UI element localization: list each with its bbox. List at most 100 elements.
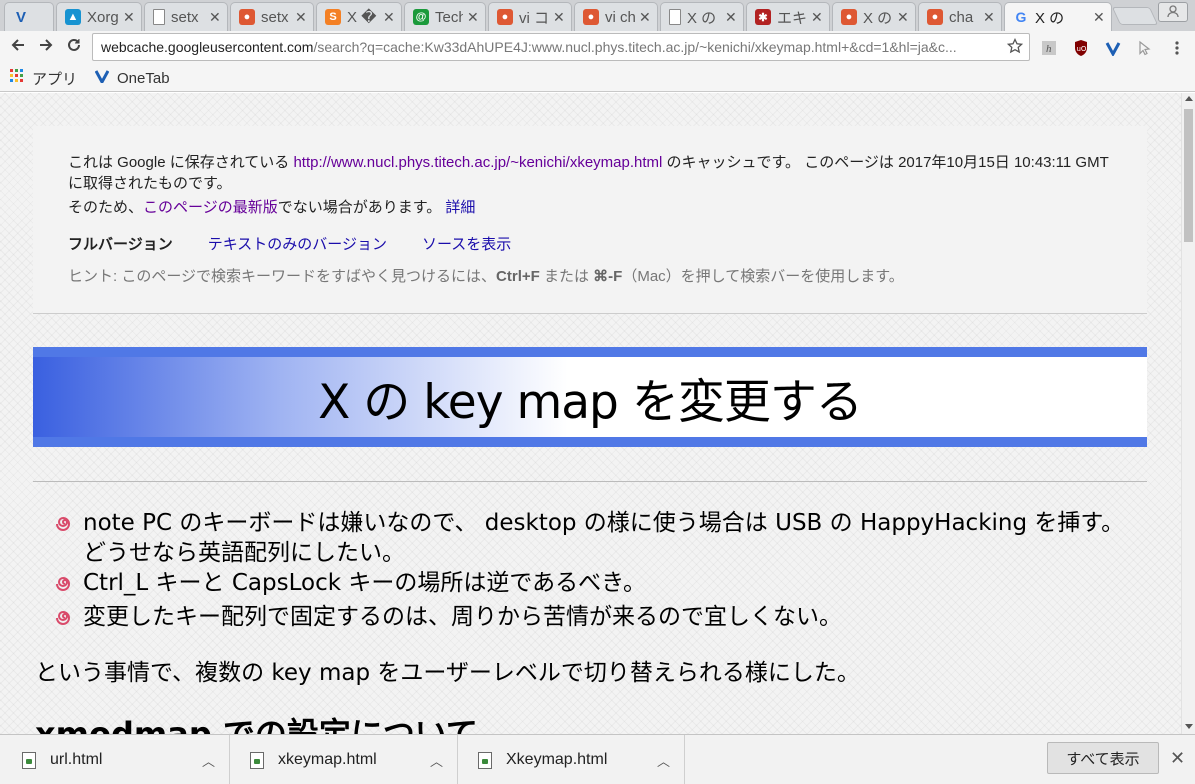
ublock-icon[interactable]: uO — [1072, 39, 1090, 57]
url-host: webcache.googleusercontent.com — [101, 39, 314, 55]
page-title: X の key map を変更する — [318, 374, 863, 430]
back-arrow-icon — [10, 37, 26, 57]
download-filename: Xkeymap.html — [506, 751, 608, 768]
address-bar[interactable]: webcache.googleusercontent.com/search?q=… — [92, 33, 1030, 61]
cursor-extension-icon[interactable] — [1136, 39, 1154, 57]
tab-title: エキ — [777, 9, 807, 27]
latest-version-link[interactable]: このページの最新版 — [143, 199, 278, 216]
tab-strip: V ▲ Xorg ✕ setx ✕ ● setx ✕ S X � ✕ @ Tech ✕ ● vi コ ✕ ● vi c… — [0, 0, 1195, 31]
browser-tab[interactable]: ✱ エキ ✕ — [746, 2, 830, 31]
browser-tab[interactable]: ▲ Xorg ✕ — [56, 2, 142, 31]
chevron-up-icon[interactable]: ︿ — [202, 751, 215, 770]
section-heading: xmodmap での設定について — [35, 715, 478, 734]
browser-tab[interactable]: ● cha ✕ — [918, 2, 1002, 31]
divider — [33, 481, 1147, 482]
page-icon — [669, 9, 681, 25]
browser-tab[interactable]: V — [4, 2, 54, 31]
download-item[interactable]: Xkeymap.html ︿ — [458, 735, 685, 784]
html-file-icon — [22, 751, 36, 769]
scroll-down-icon[interactable] — [1185, 724, 1193, 729]
browser-tab[interactable]: ● vi コ ✕ — [488, 2, 572, 31]
close-icon[interactable]: ✕ — [811, 10, 823, 24]
close-icon[interactable]: ✕ — [1093, 10, 1105, 24]
techbase-icon: @ — [413, 9, 429, 25]
chevron-up-icon[interactable]: ︿ — [657, 751, 670, 770]
close-icon[interactable]: ✕ — [295, 10, 307, 24]
google-icon: G — [1015, 9, 1027, 25]
tab-title: X の — [687, 9, 717, 27]
spiral-bullet-icon — [55, 568, 83, 602]
forward-arrow-icon — [38, 37, 54, 57]
bookmark-apps[interactable]: アプリ — [10, 68, 77, 88]
browser-tab[interactable]: S X � ✕ — [316, 2, 402, 31]
browser-tab[interactable]: ● X の ✕ — [832, 2, 916, 31]
download-item[interactable]: url.html ︿ — [0, 735, 230, 784]
extension-h-icon[interactable]: h — [1040, 39, 1058, 57]
close-icon[interactable]: ✕ — [553, 10, 565, 24]
close-icon[interactable]: ✕ — [209, 10, 221, 24]
text-only-version-link[interactable]: テキストのみのバージョン — [208, 233, 387, 254]
divider — [33, 313, 1147, 314]
search-hint: ヒント: このページで検索キーワードをすばやく見つけるには、Ctrl+F または… — [68, 265, 1112, 286]
chevron-up-icon[interactable]: ︿ — [430, 751, 443, 770]
hint-key: Ctrl+F — [496, 268, 540, 285]
scroll-up-icon[interactable] — [1185, 96, 1193, 101]
reload-icon — [66, 37, 82, 57]
vertical-scrollbar[interactable] — [1181, 93, 1195, 734]
close-icon[interactable]: ✕ — [467, 10, 479, 24]
html-file-icon — [250, 751, 264, 769]
bookmark-onetab[interactable]: OneTab — [94, 68, 170, 88]
browser-tab[interactable]: ● setx ✕ — [230, 2, 314, 31]
close-icon[interactable]: ✕ — [725, 10, 737, 24]
bookmark-star-icon[interactable] — [1006, 37, 1024, 57]
list-item-text: Ctrl_L キーと CapsLock キーの場所は逆であるべき。 — [83, 570, 646, 596]
browser-tab[interactable]: X の ✕ — [660, 2, 744, 31]
tab-title: X � — [347, 9, 377, 26]
forward-button[interactable] — [35, 36, 57, 58]
browser-tab[interactable]: setx ✕ — [144, 2, 228, 31]
close-icon[interactable]: ✕ — [897, 10, 909, 24]
svg-text:uO: uO — [1077, 45, 1087, 53]
google-cache-notice: これは Google に保存されている http://www.nucl.phys… — [33, 126, 1147, 313]
list-item-text: 変更したキー配列で固定するのは、周りから苦情が来るので宜しくない。 — [83, 604, 842, 630]
browser-toolbar: webcache.googleusercontent.com/search?q=… — [0, 31, 1195, 64]
bullet-list: note PC のキーボードは嫌いなので、 desktop の様に使う場合は U… — [55, 508, 1145, 636]
apps-grid-icon — [10, 69, 24, 87]
download-item[interactable]: xkeymap.html ︿ — [230, 735, 458, 784]
hint-key: ⌘-F — [593, 268, 623, 285]
download-filename: xkeymap.html — [278, 751, 377, 768]
close-icon[interactable]: ✕ — [1170, 748, 1185, 769]
tab-title: Xorg — [87, 8, 119, 26]
menu-icon[interactable] — [1168, 39, 1186, 57]
profile-button[interactable] — [1158, 2, 1188, 22]
tab-title: Tech — [435, 8, 463, 26]
page-icon — [153, 9, 165, 25]
vivaldi-extension-icon[interactable] — [1104, 39, 1122, 57]
spiral-bullet-icon — [55, 508, 83, 568]
close-icon[interactable]: ✕ — [983, 10, 995, 24]
close-icon[interactable]: ✕ — [383, 10, 395, 24]
browser-tab[interactable]: @ Tech ✕ — [404, 2, 486, 31]
browser-tab[interactable]: G X の ✕ — [1004, 2, 1112, 31]
full-version-label: フルバージョン — [68, 236, 173, 253]
original-url-link[interactable]: http://www.nucl.phys.titech.ac.jp/~kenic… — [293, 154, 662, 171]
title-banner: X の key map を変更する — [33, 347, 1147, 447]
back-button[interactable] — [7, 36, 29, 58]
list-item: Ctrl_L キーと CapsLock キーの場所は逆であるべき。 — [55, 568, 1145, 602]
tab-title: X の — [863, 9, 893, 27]
new-tab-button[interactable] — [1111, 7, 1159, 25]
close-icon[interactable]: ✕ — [639, 10, 651, 24]
view-source-link[interactable]: ソースを表示 — [422, 233, 511, 254]
reload-button[interactable] — [63, 36, 85, 58]
version-links: フルバージョン テキストのみのバージョン ソースを表示 — [68, 233, 1112, 254]
tab-title: vi コ — [519, 9, 549, 27]
browser-tab[interactable]: ● vi ch ✕ — [574, 2, 658, 31]
details-link[interactable]: 詳細 — [445, 199, 475, 216]
close-icon[interactable]: ✕ — [123, 10, 135, 24]
list-item: 変更したキー配列で固定するのは、周りから苦情が来るので宜しくない。 — [55, 602, 1145, 636]
ddg-icon: ● — [239, 9, 255, 25]
download-shelf: url.html ︿ xkeymap.html ︿ Xkeymap.html ︿… — [0, 734, 1195, 784]
scrollbar-thumb[interactable] — [1184, 109, 1193, 242]
show-all-downloads-button[interactable]: すべて表示 — [1047, 742, 1159, 774]
hint-text: または — [539, 268, 594, 285]
